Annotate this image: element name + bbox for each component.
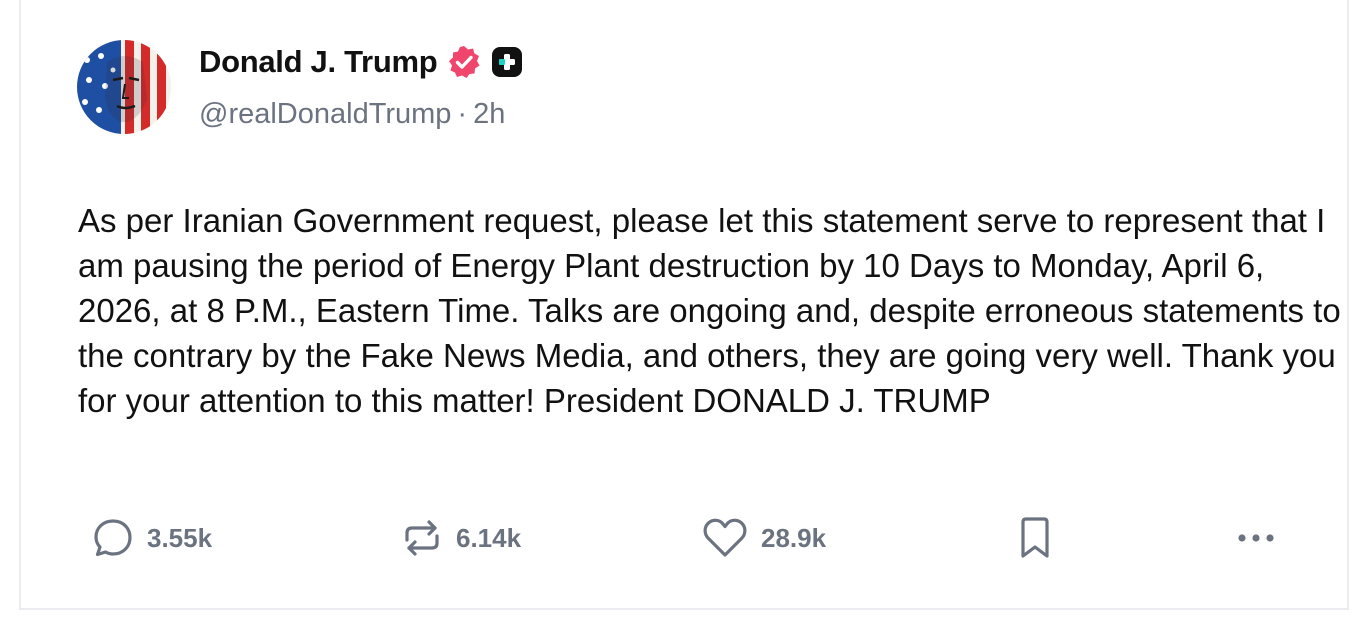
repost-button[interactable]: 6.14k <box>400 516 521 560</box>
like-count: 28.9k <box>761 522 827 553</box>
heart-icon <box>703 518 747 557</box>
author-name-row: Donald J. Trump <box>199 42 523 82</box>
post-body-text: As per Iranian Government request, pleas… <box>78 202 1341 419</box>
author-avatar[interactable] <box>77 40 171 134</box>
more-icon <box>1238 534 1274 542</box>
bookmark-icon <box>1021 517 1049 558</box>
post-timestamp[interactable]: 2h <box>473 98 505 131</box>
bookmark-button[interactable] <box>1015 516 1055 560</box>
repost-count: 6.14k <box>456 522 522 553</box>
verified-badge-icon <box>449 46 480 78</box>
more-button[interactable] <box>1233 516 1279 560</box>
american-flag-portrait-avatar <box>77 40 171 134</box>
reply-icon <box>94 519 132 557</box>
repost-icon <box>405 520 439 556</box>
author-handle-row: @realDonaldTrump · 2h <box>199 98 505 131</box>
plus-badge-icon <box>492 47 523 77</box>
reply-button[interactable]: 3.55k <box>91 516 212 560</box>
like-button[interactable]: 28.9k <box>701 516 826 560</box>
reply-count: 3.55k <box>147 522 213 553</box>
separator-dot: · <box>457 98 468 130</box>
author-display-name[interactable]: Donald J. Trump <box>199 44 438 80</box>
post-card: Donald J. Trump @realDonaldTrump · 2h As p… <box>19 0 1349 610</box>
author-handle[interactable]: @realDonaldTrump <box>199 98 451 131</box>
